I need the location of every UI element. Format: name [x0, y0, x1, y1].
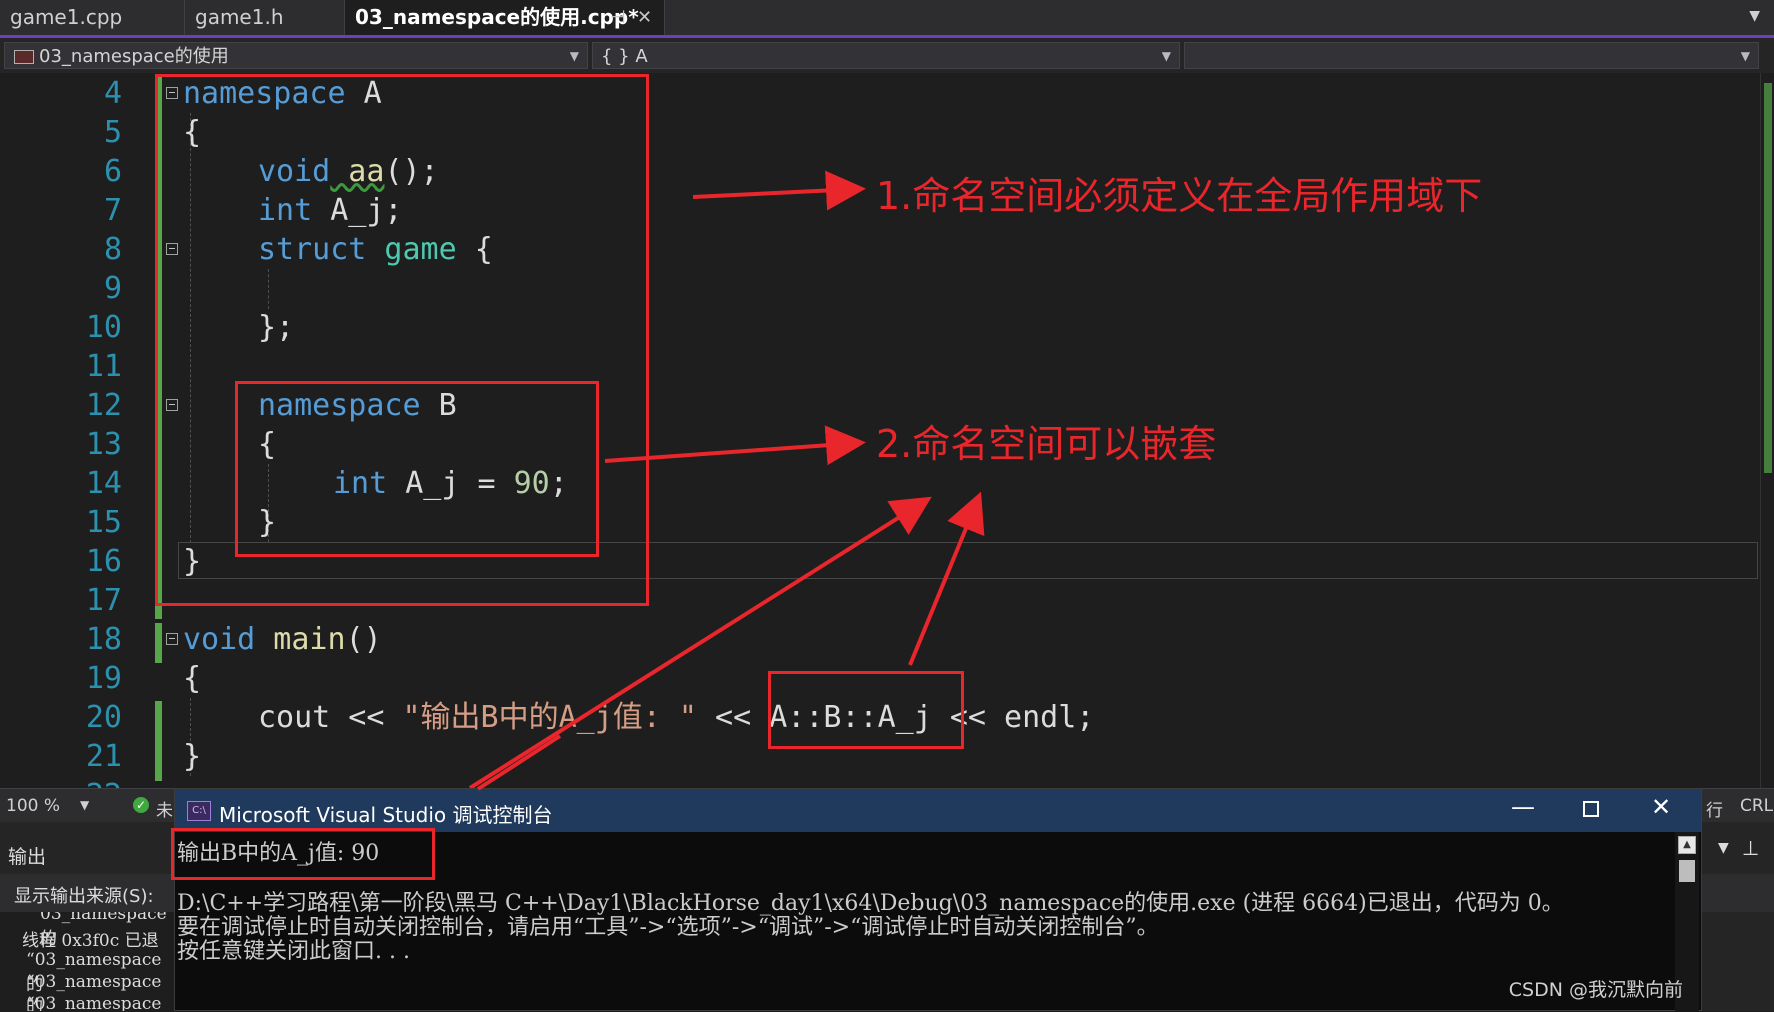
- project-name: 03_namespace的使用: [39, 46, 229, 67]
- scrollbar-thumb[interactable]: [1679, 860, 1695, 882]
- scrollbar-change-marker: [1764, 83, 1772, 473]
- output-line: 线程 0x3f0c 已退: [22, 931, 159, 951]
- tab-game1-h[interactable]: game1.h: [185, 0, 345, 35]
- watermark: CSDN @我沉默向前: [1508, 979, 1683, 1001]
- scope-name: { } A: [601, 46, 648, 67]
- output-text-area[interactable]: 03_namespace的 线程 0x3f0c 已退 “03_namespace…: [0, 912, 174, 1011]
- tab-list-dropdown-icon[interactable]: ▼: [1749, 8, 1760, 24]
- annotation-arrows: [468, 170, 985, 788]
- chevron-down-icon: ▼: [1740, 49, 1750, 63]
- document-tab-bar: game1.cpp game1.h 03_namespace的使用.cpp* ⊣…: [0, 0, 1774, 38]
- pin-icon[interactable]: ⊣: [610, 0, 626, 35]
- annotation-arrow-console-segment: [476, 734, 562, 791]
- code-editor[interactable]: 4 5 6 7 8 9 10 11 12 13 14 15 16 17 18 1…: [0, 73, 1774, 788]
- chevron-down-icon[interactable]: ▼: [1718, 840, 1729, 856]
- tab-label: game1.cpp: [10, 5, 123, 29]
- close-icon[interactable]: ✕: [1651, 793, 1671, 821]
- output-line: “03_namespace的: [26, 994, 162, 1011]
- minimize-icon[interactable]: —: [1511, 793, 1535, 821]
- arrow-from-scope-access: [908, 491, 985, 666]
- maximize-icon[interactable]: [1583, 801, 1599, 817]
- chevron-down-icon: ▼: [1161, 49, 1171, 63]
- scroll-up-icon[interactable]: ▲: [1678, 836, 1696, 854]
- line-ending-indicator[interactable]: CRL: [1740, 796, 1773, 816]
- tab-label: game1.h: [195, 5, 284, 29]
- chevron-down-icon: ▼: [569, 49, 579, 63]
- output-source-label: 显示输出来源(S):: [14, 886, 154, 907]
- output-panel-title: 输出: [8, 846, 47, 868]
- arrow-from-console-output-tail: [476, 734, 562, 791]
- navigation-bar: 03_namespace的使用 ▼ { } A ▼ ▼: [0, 38, 1774, 74]
- line-indicator: 行: [1706, 801, 1723, 821]
- project-dropdown[interactable]: 03_namespace的使用 ▼: [4, 42, 588, 69]
- project-icon: [14, 50, 34, 64]
- arrow-to-annotation-1: [692, 170, 866, 211]
- pin-icon[interactable]: ⊥: [1742, 836, 1759, 860]
- close-icon[interactable]: ✕: [637, 0, 652, 35]
- editor-vertical-scrollbar[interactable]: [1760, 73, 1774, 788]
- tab-label: 03_namespace的使用.cpp*: [355, 5, 639, 29]
- console-prompt-line: 按任意键关闭此窗口. . .: [177, 939, 410, 964]
- scope-dropdown[interactable]: { } A ▼: [592, 42, 1180, 69]
- tab-game1-cpp[interactable]: game1.cpp: [0, 0, 185, 35]
- tab-03-namespace-cpp[interactable]: 03_namespace的使用.cpp* ⊣ ✕: [345, 0, 665, 35]
- member-dropdown[interactable]: ▼: [1184, 42, 1759, 69]
- arrow-to-annotation-2: [604, 425, 866, 466]
